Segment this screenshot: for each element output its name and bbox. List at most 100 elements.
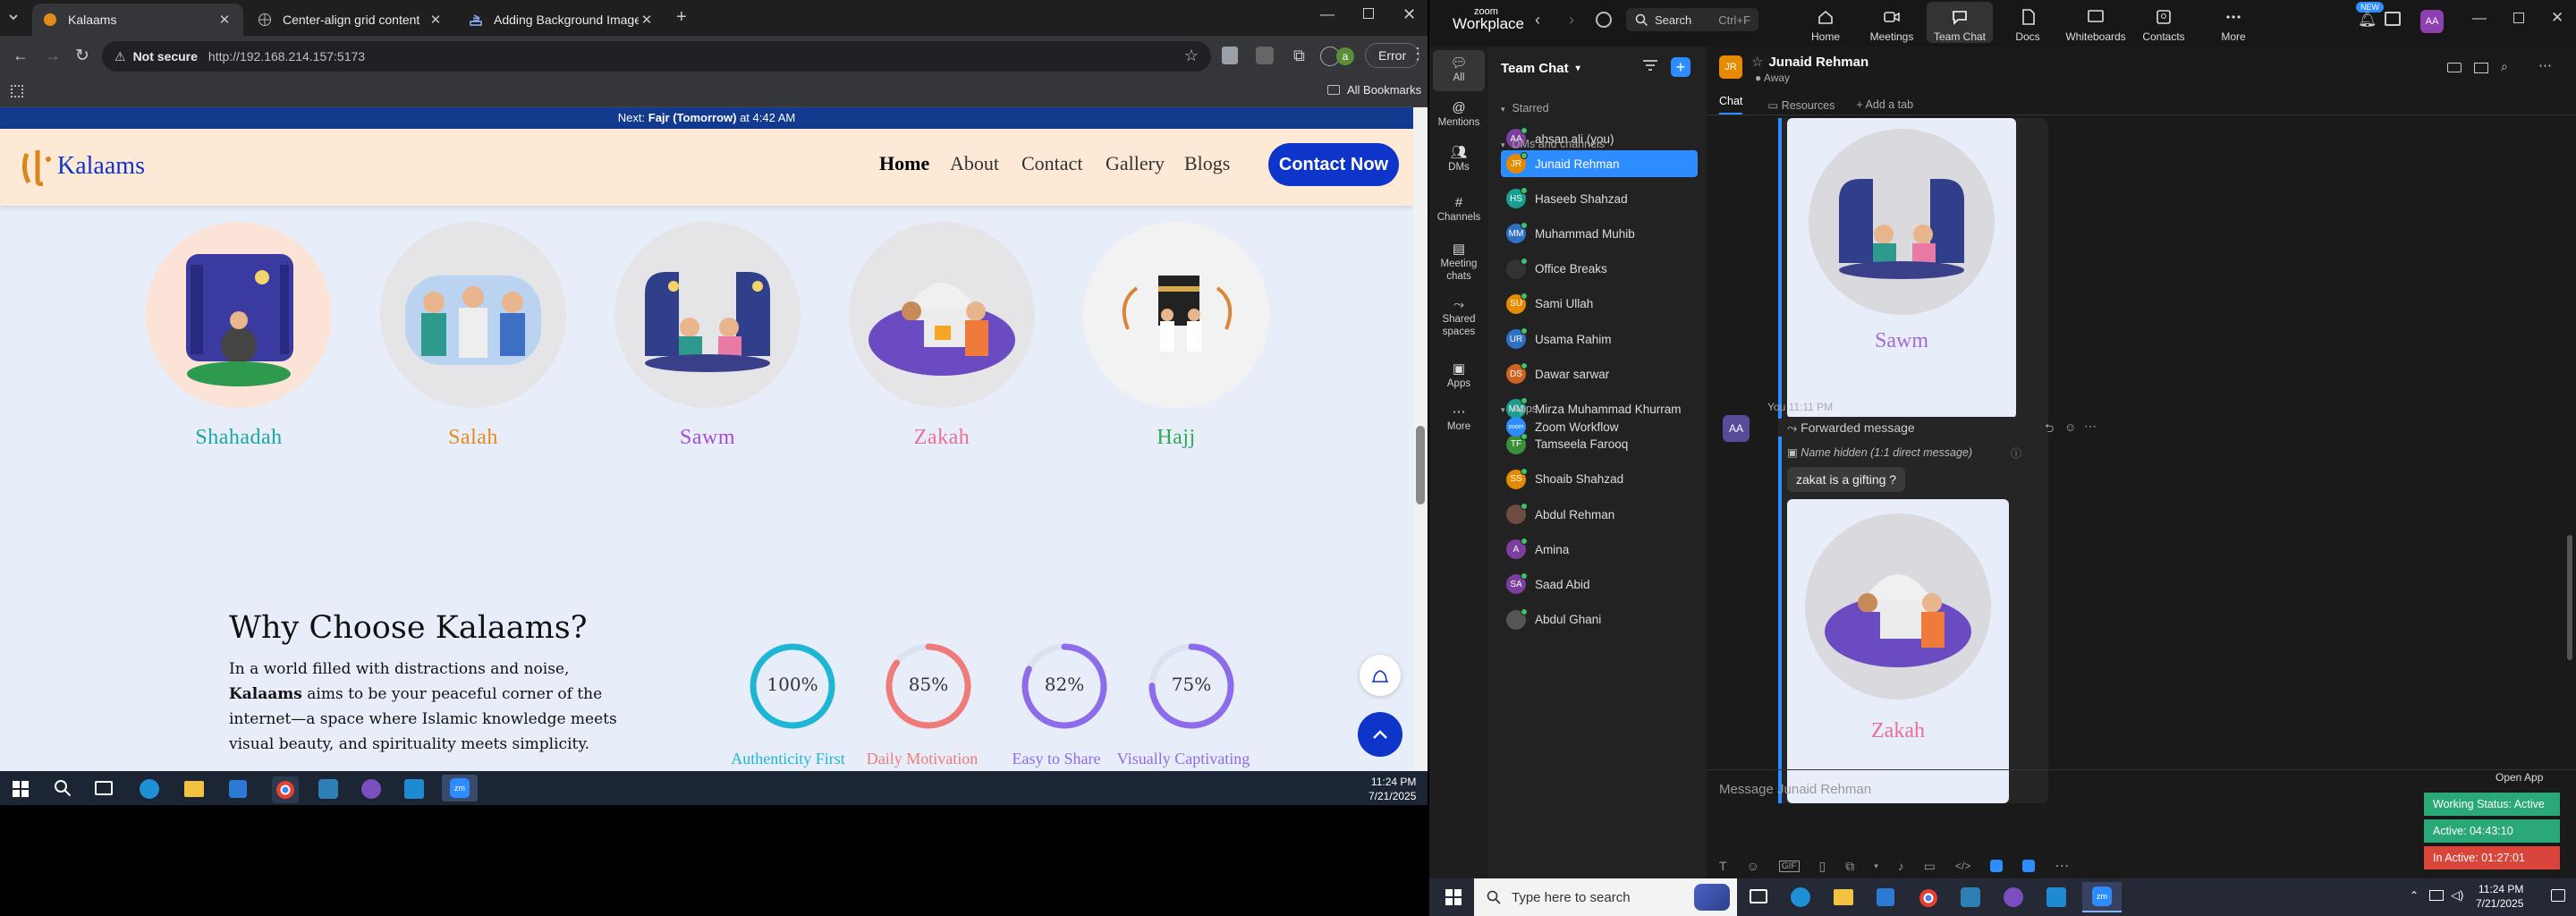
header-name[interactable]: ☆ Junaid Rehman [1751,54,1868,70]
network-icon[interactable] [2429,890,2444,901]
app-icon[interactable] [318,779,338,799]
screenshot-icon[interactable]: ⧉ [1845,859,1854,874]
chat-list-item[interactable]: MM Muhammad Muhib [1501,220,1698,247]
zakah-image[interactable]: Zakah [1787,499,2009,803]
nav-about[interactable]: About [950,152,999,175]
microphone-icon[interactable]: ♪ [1898,859,1904,873]
rail-all[interactable]: 💬︎ All [1433,55,1485,84]
section-header[interactable]: ▾ Starred [1501,102,1549,114]
rail-apps[interactable]: ▣ Apps [1433,361,1485,390]
compose-input[interactable]: Message Junaid Rehman [1719,782,1871,797]
sender-avatar[interactable]: AA [1723,415,1750,442]
rail-dms[interactable]: 👥︎ DMs [1433,145,1485,174]
vscode-icon[interactable] [2046,887,2066,907]
maximize-button[interactable] [2513,13,2524,23]
app-icon[interactable] [1990,860,2004,872]
file-explorer-icon[interactable] [1834,889,1853,905]
bell-icon[interactable]: 🔔︎ [2358,11,2377,29]
rail-channels[interactable]: # Channels [1433,195,1485,224]
resources-tab[interactable]: ▭ Resources [1767,98,1835,112]
add-tab[interactable]: + Add a tab [1856,98,1913,111]
github-icon[interactable] [361,779,381,799]
chat-list-item[interactable]: HS Haseeb Shahzad [1501,185,1698,212]
message-bubble[interactable]: Sawm [1778,118,2048,433]
forwarded-message[interactable]: ⤳ Forwarded message ▣ Name hidden (1:1 d… [1778,417,2048,803]
mosque-icon[interactable] [1360,655,1401,696]
forward-icon[interactable]: › [1569,11,1574,30]
tab-kalaams[interactable]: Kalaams ✕ [32,4,243,36]
chat-list-item[interactable]: Abdul Ghani [1501,606,1698,633]
address-bar[interactable]: ⚠ Not secure http://192.168.214.157:5173… [102,41,1211,72]
tab-background-image[interactable]: Adding Background Image to F ✕ [458,4,665,36]
back-icon[interactable]: ← [13,47,29,65]
chat-tab[interactable]: Chat [1719,95,1743,114]
forward-icon[interactable]: → [45,47,61,65]
star-icon[interactable]: ☆ [1184,47,1199,65]
sawm-image[interactable]: Sawm [1787,118,2016,419]
rail-meeting-chats[interactable]: ▤ Meeting chats [1433,242,1485,283]
rail-shared-spaces[interactable]: ⤳ Shared spaces [1433,297,1485,338]
format-icon[interactable]: T [1719,859,1727,873]
screen-share-icon[interactable] [2474,63,2488,73]
chat-scrollbar[interactable] [2567,535,2572,660]
rail-mentions[interactable]: @ Mentions [1433,100,1485,129]
chevron-down-icon[interactable]: ▾ [1874,861,1878,871]
new-chat-button[interactable]: + [1671,57,1690,77]
close-icon[interactable]: ✕ [639,12,655,28]
scroll-to-top-button[interactable] [1358,712,1402,757]
task-view-icon[interactable] [1750,889,1767,903]
video-message-icon[interactable]: ▭ [1924,859,1936,874]
close-window-button[interactable]: ✕ [1402,5,1416,24]
zoom-search[interactable]: Search Ctrl+F [1626,8,1758,31]
volume-icon[interactable]: ◁) [2451,888,2463,903]
chat-list-item[interactable]: A Amina [1501,536,1698,563]
file-icon[interactable]: ▯ [1819,859,1826,874]
search-icon[interactable] [54,779,72,802]
minimize-button[interactable]: — [1320,7,1335,23]
windows-start-icon[interactable] [1445,889,1462,910]
extension-icon[interactable] [1222,47,1238,64]
tab-center-align[interactable]: Center-align grid content ✕ [247,4,454,36]
tab-list-icon[interactable] [7,11,20,23]
nav-whiteboards[interactable]: Whiteboards [2063,7,2129,43]
nav-more[interactable]: More [2200,7,2267,43]
nav-home[interactable]: Home [1792,7,1859,43]
windows-start-icon[interactable] [13,781,29,802]
nav-gallery[interactable]: Gallery [1106,152,1165,175]
maximize-button[interactable] [1363,8,1374,19]
vscode-icon[interactable] [404,779,424,799]
nav-team-chat[interactable]: Team Chat [1927,2,1993,43]
notification-icon[interactable] [2551,889,2565,902]
menu-icon[interactable]: ⋮ [1410,45,1426,64]
reload-icon[interactable]: ↻ [75,46,89,66]
chrome-icon[interactable] [1918,887,1939,913]
chat-list-item[interactable]: SS Shoaib Shahzad [1501,466,1698,493]
more-icon[interactable]: ⋯ [2538,57,2552,73]
scroll-thumb[interactable] [1416,426,1425,505]
calendar-icon[interactable] [2385,12,2401,26]
zoom-taskbar-button[interactable]: zm [442,775,478,802]
nav-home[interactable]: Home [879,152,929,175]
chat-list-item[interactable]: UR Usama Rahim [1501,326,1698,352]
app-icon[interactable] [2022,860,2036,872]
chat-list-item[interactable]: JR Junaid Rehman [1501,150,1698,177]
nav-blogs[interactable]: Blogs [1184,152,1230,175]
app-list-item[interactable]: zoom Zoom Workflow [1501,413,1698,440]
chat-list-item[interactable]: SU Sami Ullah [1501,291,1698,318]
more-icon[interactable]: ⋯ [2055,857,2069,875]
store-icon[interactable] [1877,888,1894,906]
user-avatar[interactable]: AA [2420,10,2444,33]
close-window-button[interactable]: ✕ [2551,9,2563,27]
all-bookmarks[interactable]: All Bookmarks [1327,83,1421,97]
app-icon[interactable] [1961,887,1980,907]
chat-list-item[interactable]: DS Dawar sarwar [1501,360,1698,387]
video-call-icon[interactable] [2447,63,2462,72]
chat-list-item[interactable]: SA Saad Abid [1501,571,1698,598]
section-header[interactable]: ▾ DMs and channels [1501,138,1605,150]
gif-icon[interactable]: GIF [1778,860,1800,872]
page-scrollbar[interactable] [1413,107,1428,771]
file-explorer-icon[interactable] [184,781,204,797]
team-chat-title[interactable]: Team Chat ▾ [1501,61,1580,76]
emoji-icon[interactable]: ☺ [2064,420,2076,434]
store-icon[interactable] [229,780,247,798]
